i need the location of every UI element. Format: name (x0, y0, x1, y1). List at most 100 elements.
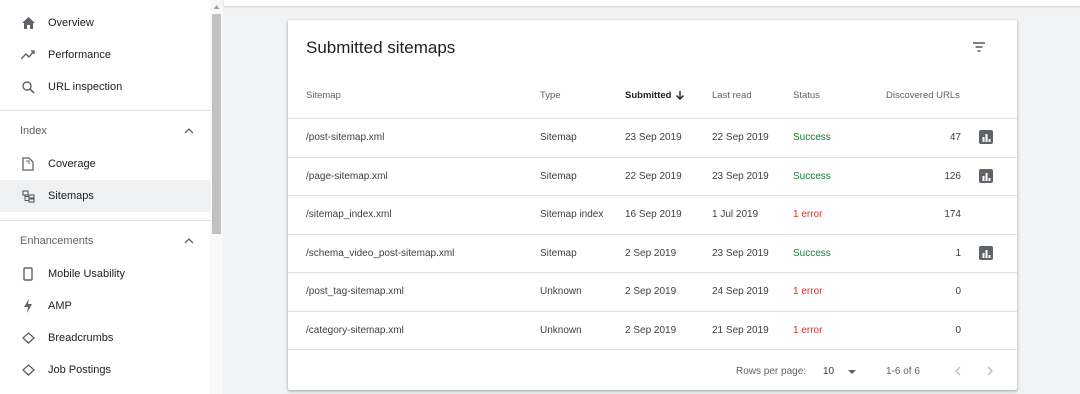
cell-last-read: 23 Sep 2019 (712, 170, 769, 182)
table-row[interactable]: /page-sitemap.xml Sitemap 22 Sep 2019 23 Se… (288, 156, 1017, 195)
cell-submitted: 23 Sep 2019 (625, 132, 682, 143)
cell-status: 1 error (793, 286, 823, 297)
sidebar-item-breadcrumbs[interactable]: Breadcrumbs (0, 322, 210, 354)
cell-status: Success (793, 170, 831, 182)
sidebar-item-label: Performance (48, 49, 111, 61)
table-row[interactable]: /sitemap_index.xml Sitemap index 16 Sep 20… (288, 195, 1017, 233)
sidebar-item-label: Mobile Usability (48, 268, 126, 280)
sidebar-item-sitemaps[interactable]: Sitemaps (0, 180, 210, 212)
cell-last-read: 22 Sep 2019 (712, 132, 769, 143)
cell-type: Sitemap (540, 132, 577, 143)
filter-icon[interactable] (969, 37, 989, 57)
chevron-up-icon (184, 128, 194, 134)
cell-sitemap: /post_tag-sitemap.xml (306, 286, 404, 297)
cell-type: Sitemap (540, 247, 577, 259)
column-header-discovered-urls[interactable]: Discovered URLs (886, 90, 960, 101)
cell-status: 1 error (793, 209, 823, 220)
table-row[interactable]: /category-sitemap.xml Unknown 2 Sep 2019 21… (288, 310, 1017, 349)
sidebar-item-label: Sitemaps (48, 190, 94, 202)
cell-type: Sitemap index (540, 209, 604, 220)
cell-last-read: 21 Sep 2019 (712, 324, 769, 336)
sidebar-divider (0, 110, 210, 111)
cell-status: Success (793, 247, 831, 259)
table-row[interactable]: /post_tag-sitemap.xml Unknown 2 Sep 2019 24… (288, 272, 1017, 310)
top-bar-edge (224, 0, 1080, 6)
sidebar-scrollbar-thumb[interactable] (212, 14, 221, 234)
sidebar-item-url-inspection[interactable]: URL inspection (0, 71, 210, 103)
cell-sitemap: /post-sitemap.xml (306, 132, 385, 143)
bar-chart-icon[interactable] (979, 245, 993, 260)
sidebar-item-label: URL inspection (48, 81, 123, 93)
sidebar-divider (0, 220, 210, 221)
column-header-submitted[interactable]: Submitted (625, 90, 685, 101)
table-row[interactable]: /schema_video_post-sitemap.xml Sitemap 2 S… (288, 233, 1017, 272)
section-label: Index (20, 125, 47, 137)
cell-discovered-urls: 174 (944, 209, 961, 220)
arrow-down-icon (676, 91, 685, 101)
sidebar-scroll-area: Overview Performance URL inspection Inde… (0, 0, 210, 394)
table-row[interactable]: /post-sitemap.xml Sitemap 23 Sep 2019 22 Se… (288, 118, 1017, 156)
sidebar-item-performance[interactable]: Performance (0, 39, 210, 71)
phone-icon (20, 266, 36, 282)
chevron-up-icon (184, 238, 194, 244)
cell-submitted: 2 Sep 2019 (625, 247, 677, 259)
sidebar-item-label: AMP (48, 300, 72, 312)
sidebar-item-mobile-usability[interactable]: Mobile Usability (0, 258, 210, 290)
cell-discovered-urls: 0 (955, 286, 961, 297)
column-header-last-read[interactable]: Last read (712, 90, 752, 101)
submitted-sitemaps-card: Submitted sitemaps Sitemap Type Submitte… (288, 20, 1017, 390)
cell-sitemap: /page-sitemap.xml (306, 170, 388, 182)
sidebar-item-label: Breadcrumbs (48, 332, 114, 344)
sidebar-item-amp[interactable]: AMP (0, 290, 210, 322)
column-header-sitemap[interactable]: Sitemap (306, 90, 341, 101)
cell-discovered-urls: 126 (944, 170, 961, 182)
cell-discovered-urls: 47 (949, 132, 961, 143)
cell-status: Success (793, 132, 831, 143)
rows-per-page-select[interactable]: 10 (823, 362, 863, 380)
cell-sitemap: /schema_video_post-sitemap.xml (306, 247, 455, 259)
cell-submitted: 22 Sep 2019 (625, 170, 682, 182)
chevron-left-icon[interactable] (950, 362, 966, 380)
scroll-up-arrow-icon[interactable] (212, 3, 221, 11)
rows-per-page-value: 10 (823, 366, 835, 377)
section-label: Enhancements (20, 235, 94, 247)
cell-type: Unknown (540, 324, 582, 336)
sidebar-item-job-postings[interactable]: Job Postings (0, 354, 210, 386)
cell-last-read: 23 Sep 2019 (712, 247, 769, 259)
column-header-status[interactable]: Status (793, 90, 820, 101)
sidebar-item-label: Job Postings (48, 364, 111, 376)
sidebar-section-enhancements[interactable]: Enhancements (0, 226, 210, 256)
bolt-icon (20, 298, 36, 314)
home-icon (20, 15, 36, 31)
cell-discovered-urls: 1 (955, 247, 961, 259)
diamond-icon (20, 330, 36, 346)
cell-sitemap: /category-sitemap.xml (306, 324, 404, 336)
coverage-icon (20, 156, 36, 172)
card-title: Submitted sitemaps (306, 38, 456, 57)
cell-sitemap: /sitemap_index.xml (306, 209, 392, 220)
sidebar-section-index[interactable]: Index (0, 116, 210, 146)
cell-submitted: 2 Sep 2019 (625, 324, 677, 336)
sitemap-icon (20, 188, 36, 204)
cell-status: 1 error (793, 324, 823, 336)
search-icon (20, 79, 36, 95)
bar-chart-icon[interactable] (979, 130, 993, 144)
bar-chart-icon[interactable] (979, 168, 993, 183)
cell-last-read: 24 Sep 2019 (712, 286, 769, 297)
cell-last-read: 1 Jul 2019 (712, 209, 759, 220)
dropdown-arrow-icon (848, 370, 856, 374)
cell-type: Unknown (540, 286, 582, 297)
cell-type: Sitemap (540, 170, 577, 182)
trending-up-icon (20, 47, 36, 63)
cell-submitted: 2 Sep 2019 (625, 286, 677, 297)
sidebar-item-coverage[interactable]: Coverage (0, 148, 210, 180)
diamond-icon (20, 362, 36, 378)
chevron-right-icon[interactable] (982, 362, 998, 380)
sidebar-item-overview[interactable]: Overview (0, 7, 210, 39)
sidebar-item-label: Overview (48, 17, 94, 29)
column-header-label: Submitted (625, 90, 672, 101)
column-header-type[interactable]: Type (540, 90, 561, 101)
pagination-range: 1-6 of 6 (886, 366, 920, 377)
sidebar-item-label: Coverage (48, 158, 96, 170)
table-pagination: Rows per page: 10 1-6 of 6 (288, 349, 1017, 390)
